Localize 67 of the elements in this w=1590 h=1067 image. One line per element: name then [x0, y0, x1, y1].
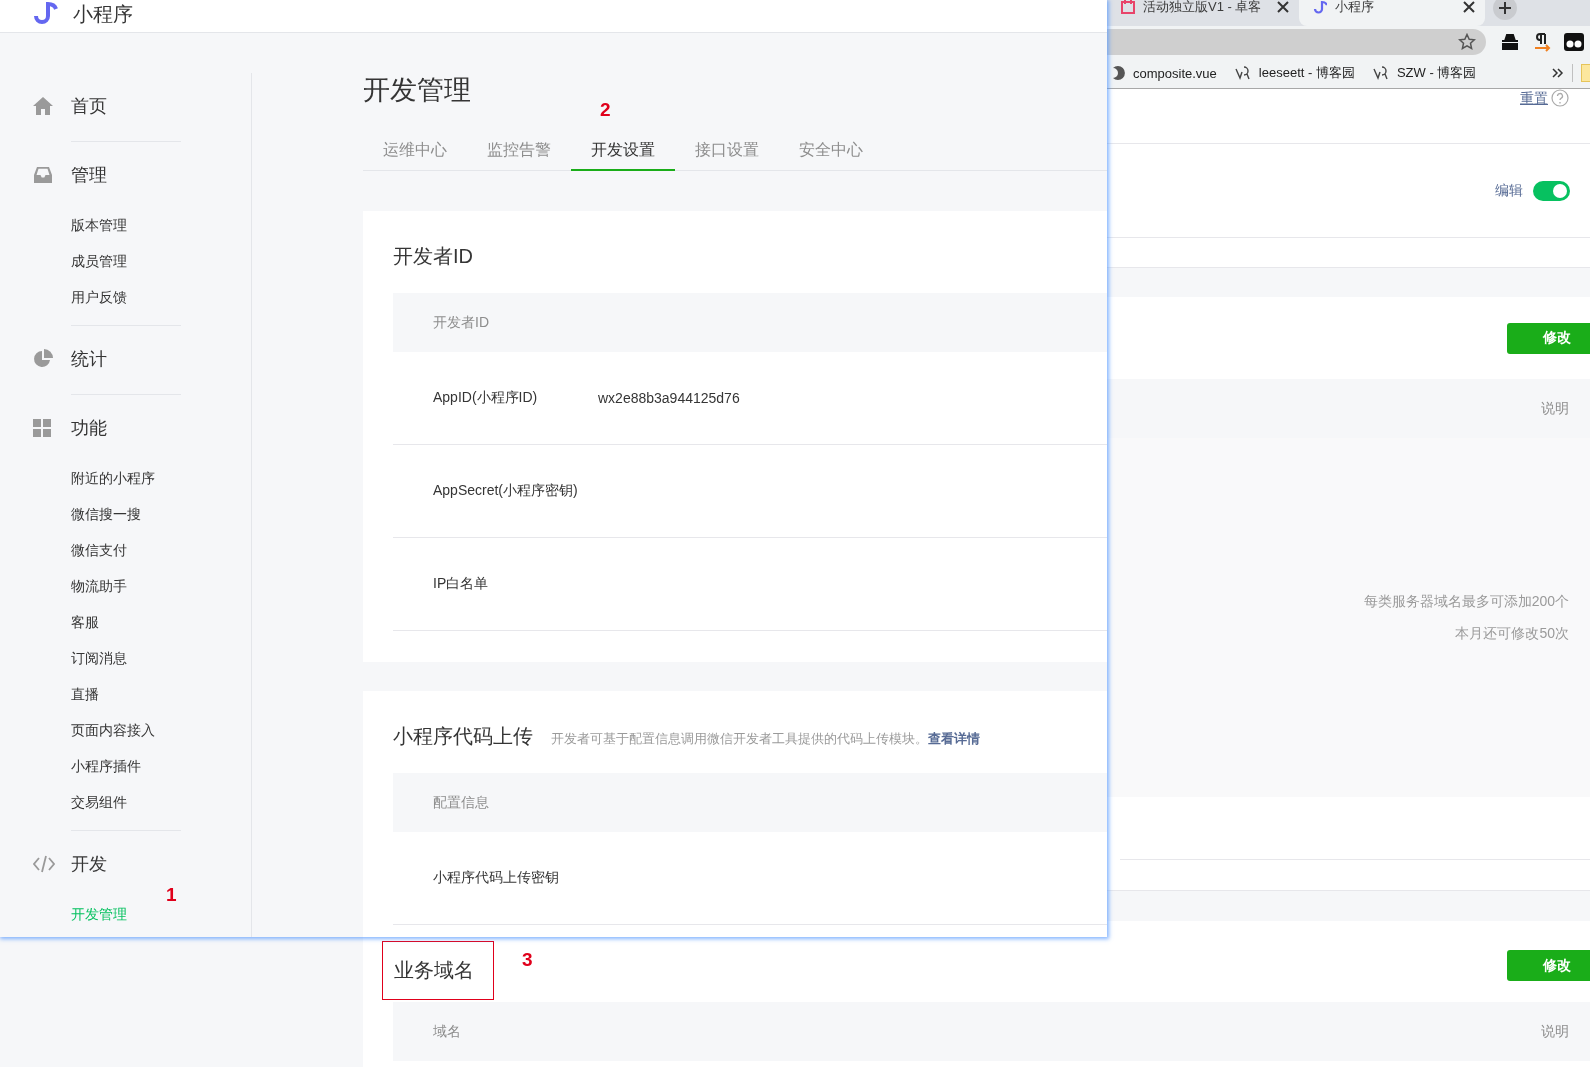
sidebar-group[interactable]: 开发: [71, 852, 107, 876]
edit-toggle[interactable]: [1533, 180, 1570, 201]
limit-note: 本月还可修改50次: [1455, 624, 1569, 643]
toggle-label: 编辑: [1495, 181, 1523, 200]
code-icon: [33, 855, 55, 873]
new-tab-icon[interactable]: [1493, 0, 1517, 20]
field-label: 小程序代码上传密钥: [433, 869, 560, 887]
details-link[interactable]: 查看详情: [928, 731, 980, 746]
field-label: AppSecret(小程序密钥): [433, 482, 579, 500]
column-header: 说明: [1541, 399, 1569, 418]
field-label: IP白名单: [433, 575, 490, 593]
annotation-number: 2: [600, 99, 611, 121]
sidebar-item[interactable]: 交易组件: [71, 794, 127, 812]
sidebar-group[interactable]: 管理: [71, 163, 107, 187]
sidebar-item[interactable]: 物流助手: [71, 578, 127, 596]
bookmark[interactable]: composite.vue: [1113, 65, 1217, 81]
browser-tab[interactable]: 小程序: [1299, 0, 1485, 26]
column-header: 配置信息: [433, 793, 489, 812]
card-description: 开发者可基于配置信息调用微信开发者工具提供的代码上传模块。查看详情: [551, 730, 980, 748]
field-label: AppID(小程序ID): [433, 389, 539, 407]
bookmark-favicon-icon: [1372, 66, 1389, 80]
sidebar-group[interactable]: 功能: [71, 416, 107, 440]
annotation-number: 3: [522, 949, 533, 971]
star-icon[interactable]: [1458, 33, 1476, 51]
eyes-icon[interactable]: [1564, 33, 1584, 51]
sidebar-item[interactable]: 用户反馈: [71, 289, 127, 307]
annotation-number: 1: [166, 884, 177, 906]
logo-icon: [1313, 0, 1327, 14]
close-icon[interactable]: [1277, 1, 1289, 13]
sidebar-group[interactable]: 首页: [71, 94, 107, 118]
section-title: 业务域名: [394, 958, 474, 983]
card-title: 开发者ID: [393, 244, 473, 269]
grid-icon: [33, 419, 51, 437]
calendar-icon: [1121, 0, 1135, 14]
close-icon[interactable]: [1463, 1, 1475, 13]
page-title: 开发管理: [363, 74, 472, 107]
card-title: 小程序代码上传: [393, 724, 533, 749]
logo-icon: [33, 2, 59, 24]
sidebar-item[interactable]: 订阅消息: [71, 650, 127, 668]
more-bookmarks-icon[interactable]: [1552, 68, 1564, 78]
sidebar-item[interactable]: 微信搜一搜: [71, 506, 141, 524]
limit-note: 每类服务器域名最多可添加200个: [1363, 592, 1569, 611]
pilcrow-arrow-icon[interactable]: [1532, 32, 1552, 52]
reset-link[interactable]: 重置: [1520, 89, 1548, 107]
home-icon: [33, 97, 53, 115]
pie-chart-icon: [33, 349, 53, 369]
sidebar-item[interactable]: 页面内容接入: [71, 722, 155, 740]
sidebar-item[interactable]: 版本管理: [71, 217, 127, 235]
spy-icon[interactable]: [1500, 33, 1520, 51]
sidebar-item[interactable]: 微信支付: [71, 542, 127, 560]
bookmark-favicon-icon: [1234, 66, 1251, 80]
sidebar-group[interactable]: 统计: [71, 347, 107, 371]
inbox-icon: [33, 166, 53, 184]
sidebar-item[interactable]: 小程序插件: [71, 758, 141, 776]
bookmark[interactable]: SZW - 博客园: [1372, 64, 1477, 82]
bookmark[interactable]: leeseett - 博客园: [1234, 64, 1355, 82]
sidebar-item[interactable]: 成员管理: [71, 253, 127, 271]
column-header: 开发者ID: [433, 313, 489, 332]
sidebar-item[interactable]: 直播: [71, 686, 99, 704]
brand-name: 小程序: [73, 2, 133, 26]
column-header: 域名: [433, 1022, 461, 1041]
column-header: 说明: [1541, 1022, 1569, 1041]
browser-tab[interactable]: 活动独立版V1 - 卓客: [1107, 0, 1299, 26]
sidebar-item[interactable]: 客服: [71, 614, 99, 632]
tab[interactable]: 开发设置: [571, 128, 675, 171]
field-value: wx2e88b3a944125d76: [598, 390, 740, 406]
sidebar-item[interactable]: 附近的小程序: [71, 470, 155, 488]
